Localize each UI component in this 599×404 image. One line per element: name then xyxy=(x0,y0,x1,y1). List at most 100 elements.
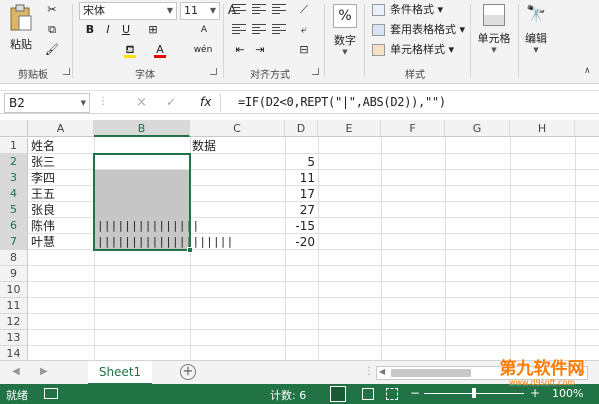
row-header-9[interactable]: 9 xyxy=(0,266,28,282)
cell-a6[interactable]: 陈伟 xyxy=(31,218,55,234)
border-button[interactable]: ⊞ xyxy=(145,22,161,38)
collapse-ribbon-icon[interactable]: ∧ xyxy=(584,66,591,76)
col-header-d[interactable]: D xyxy=(285,120,318,137)
align-left-icon[interactable] xyxy=(232,24,246,36)
col-header-c[interactable]: C xyxy=(190,120,285,137)
scroll-right-icon[interactable]: ▶ xyxy=(40,366,48,377)
chevron-down-icon: ▼ xyxy=(342,48,348,56)
row-header-11[interactable]: 11 xyxy=(0,298,28,314)
formula-bar-grip-icon[interactable]: ⋮ xyxy=(98,96,108,107)
row-header-12[interactable]: 12 xyxy=(0,314,28,330)
cell-c1[interactable]: 数据 xyxy=(192,138,216,154)
clipboard-launcher-icon[interactable] xyxy=(63,68,70,75)
cell-d4[interactable]: 17 xyxy=(285,186,318,202)
cell-d7[interactable]: -20 xyxy=(285,234,318,250)
cell-d6[interactable]: -15 xyxy=(285,218,318,234)
format-painter-icon[interactable]: 🖌 xyxy=(44,42,60,58)
underline-button[interactable]: U xyxy=(118,22,134,38)
alignment-launcher-icon[interactable] xyxy=(312,68,319,75)
scrollbar-left-arrow-icon[interactable]: ◀ xyxy=(379,367,385,376)
shrink-font-label: A xyxy=(200,25,208,35)
cell-a1[interactable]: 姓名 xyxy=(31,138,55,154)
number-format-button[interactable]: % 数字 ▼ xyxy=(330,2,360,62)
orientation-icon[interactable]: ⟋ xyxy=(296,2,312,18)
phonetic-button[interactable]: wén xyxy=(190,42,216,58)
row-header-4[interactable]: 4 xyxy=(0,186,28,202)
font-name-select[interactable]: 宋体 ▼ xyxy=(79,2,177,20)
cell-d3[interactable]: 11 xyxy=(285,170,318,186)
col-header-h[interactable]: H xyxy=(510,120,575,137)
row-header-3[interactable]: 3 xyxy=(0,170,28,186)
tab-split-grip-icon[interactable]: ⋮ xyxy=(364,366,374,377)
col-header-b[interactable]: B xyxy=(94,120,190,137)
worksheet-grid[interactable]: A B C D E F G H 1 2 3 4 5 6 7 8 9 10 11 … xyxy=(0,120,599,362)
shrink-font-button[interactable]: A xyxy=(196,22,212,38)
cell-d5[interactable]: 27 xyxy=(285,202,318,218)
zoom-slider[interactable] xyxy=(424,388,524,398)
cell-a2[interactable]: 张三 xyxy=(31,154,55,170)
row-header-2[interactable]: 2 xyxy=(0,154,28,170)
wrap-text-icon[interactable]: ⤶ xyxy=(296,22,312,38)
row-header-5[interactable]: 5 xyxy=(0,202,28,218)
fill-color-button[interactable]: ⛾ xyxy=(122,42,138,58)
chevron-down-icon: ▼ xyxy=(80,99,86,107)
col-header-f[interactable]: F xyxy=(381,120,445,137)
decrease-indent-icon[interactable]: ⇤ xyxy=(232,42,248,58)
bold-button[interactable]: B xyxy=(82,22,98,38)
cells-button[interactable]: 单元格 ▼ xyxy=(474,2,514,62)
cell-a4[interactable]: 王五 xyxy=(31,186,55,202)
align-right-icon[interactable] xyxy=(272,24,286,36)
sheet-tab-sheet1[interactable]: Sheet1 xyxy=(88,361,152,385)
row-header-13[interactable]: 13 xyxy=(0,330,28,346)
fill-handle[interactable] xyxy=(187,247,193,253)
row-header-7[interactable]: 7 xyxy=(0,234,28,250)
font-name-value: 宋体 xyxy=(83,4,105,17)
scrollbar-thumb[interactable] xyxy=(391,369,471,377)
page-break-icon[interactable] xyxy=(386,388,398,400)
cell-styles-button[interactable]: 单元格样式 ▾ xyxy=(372,42,462,58)
normal-view-icon[interactable] xyxy=(330,386,346,402)
row-header-6[interactable]: 6 xyxy=(0,218,28,234)
font-size-select[interactable]: 11 ▼ xyxy=(180,2,220,20)
cut-icon[interactable]: ✂ xyxy=(44,2,60,18)
cell-styles-icon xyxy=(372,44,385,56)
col-header-a[interactable]: A xyxy=(28,120,94,137)
macro-record-icon[interactable] xyxy=(44,388,58,399)
italic-button[interactable]: I xyxy=(100,22,116,38)
row-header-1[interactable]: 1 xyxy=(0,138,28,154)
zoom-slider-thumb[interactable] xyxy=(472,388,476,398)
italic-label: I xyxy=(106,23,110,36)
merge-center-icon[interactable]: ⊟ xyxy=(296,42,312,58)
add-sheet-button[interactable]: + xyxy=(180,364,196,380)
enter-icon[interactable]: ✓ xyxy=(166,95,176,109)
scroll-left-icon[interactable]: ◀ xyxy=(12,366,20,377)
increase-indent-icon[interactable]: ⇥ xyxy=(252,42,268,58)
align-top-icon[interactable] xyxy=(232,4,246,16)
col-header-e[interactable]: E xyxy=(318,120,381,137)
row-header-10[interactable]: 10 xyxy=(0,282,28,298)
conditional-format-button[interactable]: 条件格式 ▾ xyxy=(372,2,462,18)
zoom-out-icon[interactable]: − xyxy=(410,386,420,400)
chevron-down-icon: ▼ xyxy=(166,6,173,15)
copy-icon[interactable]: ⧉ xyxy=(44,22,60,38)
paste-button[interactable]: 粘贴 xyxy=(6,4,36,52)
align-center-icon[interactable] xyxy=(252,24,266,36)
align-middle-icon[interactable] xyxy=(252,4,266,16)
row-header-8[interactable]: 8 xyxy=(0,250,28,266)
cell-a5[interactable]: 张良 xyxy=(31,202,55,218)
cancel-icon[interactable]: × xyxy=(136,95,147,110)
cell-a7[interactable]: 叶慧 xyxy=(31,234,55,250)
font-launcher-icon[interactable] xyxy=(210,68,217,75)
editing-button[interactable]: 🔭 编辑 ▼ xyxy=(520,2,552,62)
font-size-value: 11 xyxy=(184,4,198,17)
insert-function-icon[interactable]: fx xyxy=(200,95,211,109)
cell-d2[interactable]: 5 xyxy=(285,154,318,170)
font-color-button[interactable]: A xyxy=(152,42,168,58)
col-header-g[interactable]: G xyxy=(445,120,510,137)
align-bottom-icon[interactable] xyxy=(272,4,286,16)
formula-input[interactable]: =IF(D2<0,REPT("|",ABS(D2)),"") xyxy=(238,95,446,109)
format-as-table-button[interactable]: 套用表格格式 ▾ xyxy=(372,22,472,38)
cell-a3[interactable]: 李四 xyxy=(31,170,55,186)
name-box[interactable]: B2 ▼ xyxy=(4,93,90,113)
page-layout-icon[interactable] xyxy=(362,388,374,400)
